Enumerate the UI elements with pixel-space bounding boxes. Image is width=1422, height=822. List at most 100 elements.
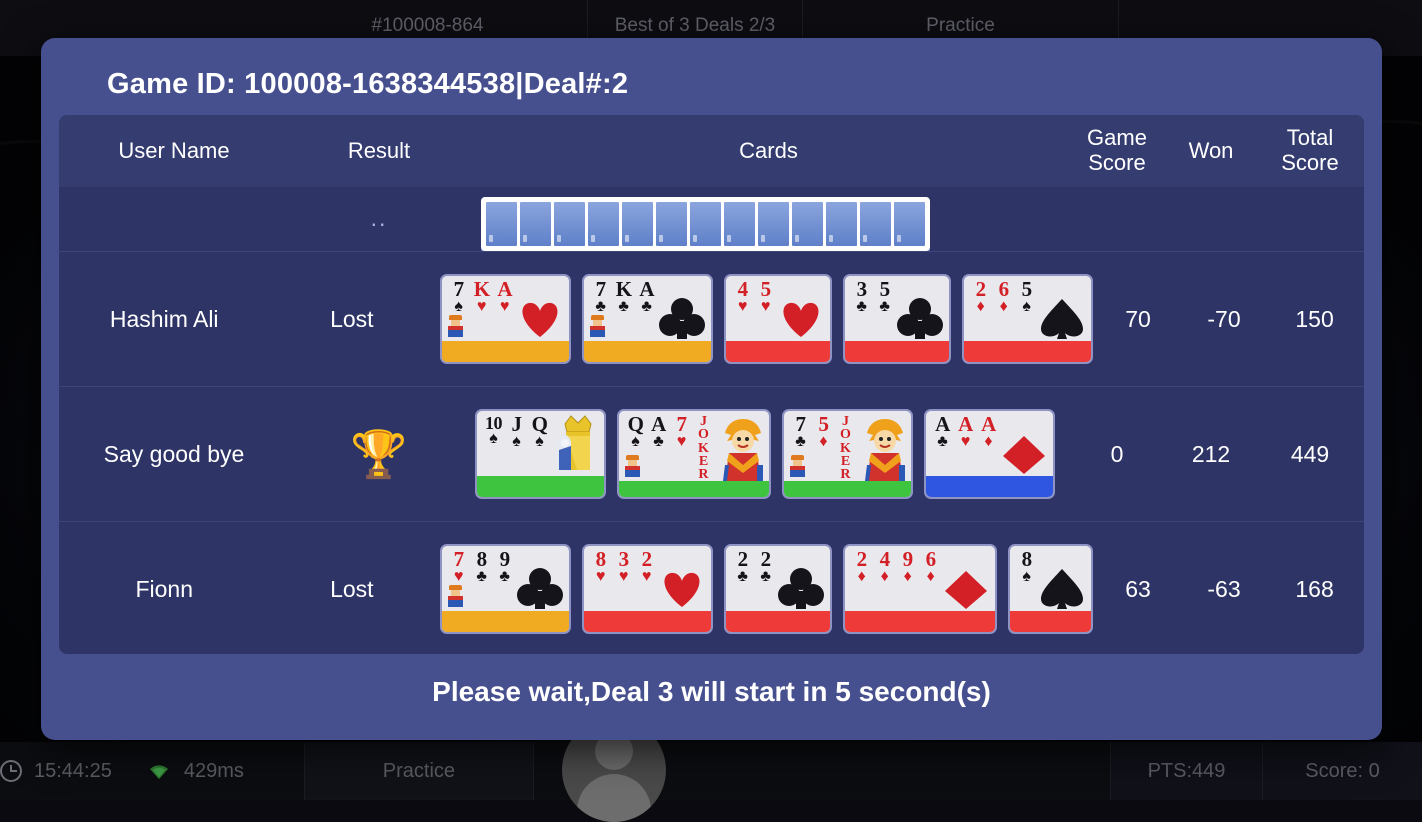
meld-status-bar xyxy=(726,341,830,362)
card-suit-club-icon: ♣ xyxy=(737,569,748,585)
card-rank: 2 xyxy=(976,279,986,300)
facedown-card xyxy=(519,201,552,247)
cell-cards: 7♥8♣9♣8♥3♥2♥2♣2♣2♦4♦9♦6♦8♠ xyxy=(434,522,1093,654)
facedown-card xyxy=(825,201,858,247)
card-meld[interactable]: 8♥3♥2♥ xyxy=(582,544,713,634)
card-meld[interactable]: 2♦6♦5♠ xyxy=(962,274,1093,364)
cell-result: Lost xyxy=(269,252,434,386)
card-suit-heart-icon: ♥ xyxy=(761,299,771,315)
meld-cards: 7♣5♦JOKER xyxy=(784,411,911,481)
meld-cards: 4♥5♥ xyxy=(726,276,830,341)
table-row[interactable]: Hashim AliLost7♠K♥A♥7♣K♣A♣4♥5♥3♣5♣2♦6♦5♠… xyxy=(59,251,1364,386)
card-meld[interactable]: 7♥8♣9♣ xyxy=(440,544,571,634)
status-mode: Practice xyxy=(304,742,534,800)
table-row[interactable]: .. xyxy=(59,187,1364,251)
meld-card: 5♦ xyxy=(812,414,835,450)
meld-card: K♥ xyxy=(470,279,493,315)
table-row[interactable]: Say good bye🏆10♠J♠Q♠Q♠A♣7♥JOKER7♣5♦JOKER… xyxy=(59,386,1364,521)
meld-cards: 8♠ xyxy=(1010,546,1091,611)
meld-card: Q♠ xyxy=(528,414,551,450)
table-row[interactable]: FionnLost7♥8♣9♣8♥3♥2♥2♣2♣2♦4♦9♦6♦8♠63-63… xyxy=(59,521,1364,654)
meld-card: A♦ xyxy=(977,414,1000,450)
card-rank: 2 xyxy=(642,549,652,570)
meld-card: 3♥ xyxy=(612,549,635,585)
cell-won: -70 xyxy=(1183,252,1265,386)
meld-card: A♣ xyxy=(647,414,670,450)
card-meld[interactable]: 7♣K♣A♣ xyxy=(582,274,713,364)
meld-figure-heart-icon xyxy=(517,295,563,339)
meld-status-bar xyxy=(1010,611,1091,632)
meld-card: 9♣ xyxy=(493,549,516,585)
meld-status-bar xyxy=(845,611,995,632)
meld-status-bar xyxy=(442,611,569,632)
card-meld[interactable]: 7♠K♥A♥ xyxy=(440,274,571,364)
meld-cards: 7♣K♣A♣ xyxy=(584,276,711,341)
meld-figure-club-icon xyxy=(778,565,824,609)
meld-card: Q♠ xyxy=(624,414,647,450)
card-meld[interactable]: 4♥5♥ xyxy=(724,274,832,364)
meld-card: 8♣ xyxy=(470,549,493,585)
cell-total-score: 449 xyxy=(1256,387,1364,521)
cell-won: 212 xyxy=(1166,387,1256,521)
card-rank: J xyxy=(512,414,522,435)
joker-token-icon xyxy=(590,315,605,337)
status-ping: 429ms xyxy=(184,760,244,783)
facedown-card xyxy=(893,201,926,247)
card-suit-heart-icon: ♥ xyxy=(961,434,971,450)
meld-cards: 2♦6♦5♠ xyxy=(964,276,1091,341)
card-rank: 5 xyxy=(880,279,890,300)
header-game-score-line2: Score xyxy=(1087,151,1147,176)
header-game-score-line1: Game xyxy=(1087,126,1147,151)
card-suit-spade-icon: ♠ xyxy=(1022,299,1031,315)
meld-card: J♠ xyxy=(505,414,528,450)
card-rank: 7 xyxy=(677,414,687,435)
card-rank: 8 xyxy=(1022,549,1032,570)
meld-card: 7♣ xyxy=(589,279,612,315)
trophy-icon: 🏆 xyxy=(350,431,407,477)
meld-figure-diamond-icon xyxy=(943,565,989,609)
dialog-title: Game ID: 100008-1638344538|Deal#:2 xyxy=(59,38,1364,115)
card-meld[interactable]: 7♣5♦JOKER xyxy=(782,409,913,499)
meld-figure-heart-icon xyxy=(778,295,824,339)
card-meld[interactable]: A♣A♥A♦ xyxy=(924,409,1055,499)
cell-user-name: Fionn xyxy=(59,522,269,654)
card-meld[interactable]: 3♣5♣ xyxy=(843,274,951,364)
facedown-card xyxy=(791,201,824,247)
header-total-score-line2: Score xyxy=(1281,151,1338,176)
clipped-text: .. xyxy=(371,214,388,223)
card-suit-spade-icon: ♠ xyxy=(1022,569,1031,585)
card-rank: A xyxy=(958,414,973,435)
card-rank: A xyxy=(935,414,950,435)
table-header-row: User Name Result Cards Game Score Won To… xyxy=(59,115,1364,187)
card-meld[interactable]: 10♠J♠Q♠ xyxy=(475,409,606,499)
card-suit-club-icon: ♣ xyxy=(653,434,664,450)
status-time-group: 15:44:25 xyxy=(0,760,112,783)
clock-icon xyxy=(0,760,22,782)
card-rank: 7 xyxy=(796,414,806,435)
meld-cards: 7♥8♣9♣ xyxy=(442,546,569,611)
card-suit-diamond-icon: ♦ xyxy=(977,299,985,315)
facedown-card xyxy=(485,201,518,247)
card-meld[interactable]: 2♣2♣ xyxy=(724,544,832,634)
card-rank: 8 xyxy=(477,549,487,570)
meld-card: A♥ xyxy=(954,414,977,450)
card-meld[interactable]: 8♠ xyxy=(1008,544,1093,634)
card-rank: 9 xyxy=(500,549,510,570)
card-rank: 7 xyxy=(596,279,606,300)
card-rank: 5 xyxy=(819,414,829,435)
cell-cards: 10♠J♠Q♠Q♠A♣7♥JOKER7♣5♦JOKERA♣A♥A♦ xyxy=(469,387,1068,521)
meld-card: 9♦ xyxy=(896,549,919,585)
card-meld[interactable]: 2♦4♦9♦6♦ xyxy=(843,544,997,634)
meld-card-joker: JOKER xyxy=(835,414,856,481)
joker-token-icon xyxy=(448,585,463,607)
joker-token-icon xyxy=(790,455,805,477)
status-score: Score: 0 xyxy=(1262,742,1422,800)
card-suit-heart-icon: ♥ xyxy=(619,569,629,585)
cell-result: 🏆 xyxy=(289,387,469,521)
meld-card: 3♣ xyxy=(850,279,873,315)
facedown-card xyxy=(587,201,620,247)
wifi-icon xyxy=(146,762,172,780)
card-meld[interactable]: Q♠A♣7♥JOKER xyxy=(617,409,771,499)
card-rank: 5 xyxy=(1022,279,1032,300)
facedown-card xyxy=(723,201,756,247)
